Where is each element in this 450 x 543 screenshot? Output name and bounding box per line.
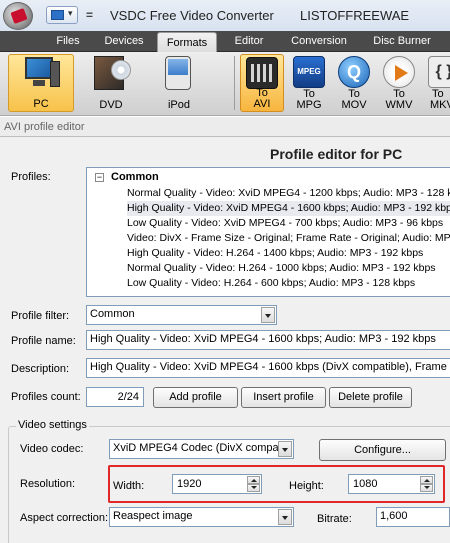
windows-media-icon (383, 56, 415, 88)
app-logo-icon[interactable] (3, 2, 33, 30)
list-item[interactable]: Low Quality - Video: H.264 - 600 kbps; A… (127, 276, 415, 291)
tab-formats[interactable]: Formats (157, 32, 217, 53)
ribbon-panel: PC DVD iPod To AVI To MPG To MOV To WMV … (0, 52, 450, 116)
profile-name-label: Profile name: (11, 335, 76, 347)
title-tag: LISTOFFREEWAE (300, 8, 410, 23)
tab-devices[interactable]: Devices (96, 31, 152, 52)
format-wmv-line2: WMV (385, 99, 413, 111)
collapse-icon[interactable]: − (95, 173, 104, 182)
format-avi-button[interactable]: To AVI (240, 54, 284, 112)
format-mkv-line2: MKV (430, 99, 450, 111)
profile-name-field[interactable]: High Quality - Video: XviD MPEG4 - 1600 … (86, 330, 450, 350)
list-item[interactable]: High Quality - Video: H.264 - 1400 kbps;… (127, 246, 423, 261)
device-pc-button[interactable]: PC (8, 54, 74, 112)
delete-profile-button[interactable]: Delete profile (329, 387, 412, 408)
tab-files[interactable]: Files (46, 31, 90, 52)
device-ipod-label: iPod (167, 99, 191, 111)
format-mpg-line2: MPG (296, 99, 322, 111)
video-settings-title: Video settings (16, 419, 89, 431)
profile-filter-value: Common (90, 308, 135, 320)
profiles-count-value: 2/24 (86, 387, 144, 407)
description-label: Description: (11, 363, 70, 375)
customize-toolbar-icon[interactable]: = (86, 8, 93, 22)
format-mkv-button[interactable]: To MKV (424, 54, 450, 112)
width-value: 1920 (177, 478, 202, 490)
tree-group-common[interactable]: Common (111, 171, 159, 183)
aspect-correction-select[interactable]: Reaspect image (109, 507, 294, 527)
width-label: Width: (113, 480, 145, 492)
chevron-down-icon[interactable]: ▾ (68, 8, 73, 19)
tab-conversion[interactable]: Conversion (283, 31, 355, 52)
list-item-selected[interactable]: High Quality - Video: XviD MPEG4 - 1600 … (127, 201, 450, 216)
format-wmv-button[interactable]: To WMV (377, 54, 421, 112)
insert-profile-button[interactable]: Insert profile (241, 387, 326, 408)
ipod-icon (159, 56, 199, 90)
tab-editor[interactable]: Editor (223, 31, 275, 52)
configure-button[interactable]: Configure... (319, 439, 446, 461)
decrement-icon[interactable] (247, 484, 260, 492)
increment-icon[interactable] (247, 476, 260, 484)
mpeg-icon (293, 56, 325, 88)
add-profile-button[interactable]: Add profile (153, 387, 238, 408)
list-item[interactable]: Video: DivX - Frame Size - Original; Fra… (127, 231, 450, 246)
save-icon[interactable] (51, 10, 64, 20)
quicktime-icon (338, 56, 370, 88)
profile-filter-select[interactable]: Common (86, 305, 277, 325)
format-avi-line2: AVI (253, 98, 271, 110)
video-codec-value: XviD MPEG4 Codec (DivX compatible (113, 442, 294, 454)
app-title: VSDC Free Video Converter (110, 8, 274, 23)
list-item[interactable]: Normal Quality - Video: XviD MPEG4 - 120… (127, 186, 450, 201)
device-dvd-button[interactable]: DVD (78, 54, 144, 112)
title-bar: ▾ = VSDC Free Video Converter LISTOFFREE… (0, 0, 450, 31)
height-value: 1080 (353, 478, 378, 490)
bitrate-field[interactable]: 1,600 (376, 507, 450, 527)
height-spinner[interactable]: 1080 (348, 474, 435, 494)
device-ipod-button[interactable]: iPod (146, 54, 212, 112)
window-title: AVI profile editor (0, 117, 450, 137)
list-item[interactable]: Low Quality - Video: XviD MPEG4 - 700 kb… (127, 216, 443, 231)
profiles-tree[interactable]: − Common Normal Quality - Video: XviD MP… (86, 167, 450, 297)
profiles-count-label: Profiles count: (11, 391, 81, 403)
increment-icon[interactable] (420, 476, 433, 484)
video-codec-select[interactable]: XviD MPEG4 Codec (DivX compatible (109, 439, 294, 459)
format-mov-button[interactable]: To MOV (332, 54, 376, 112)
aspect-correction-value: Reaspect image (113, 510, 193, 522)
avi-icon (246, 57, 278, 89)
height-label: Height: (289, 480, 324, 492)
bitrate-label: Bitrate: (317, 513, 352, 525)
format-mpg-button[interactable]: To MPG (287, 54, 331, 112)
format-mov-line2: MOV (341, 99, 367, 111)
profiles-label: Profiles: (11, 171, 51, 183)
resolution-label: Resolution: (20, 478, 76, 490)
page-title: Profile editor for PC (270, 146, 403, 162)
chevron-down-icon[interactable] (278, 509, 292, 525)
device-pc-label: PC (33, 98, 49, 110)
matroska-icon (428, 56, 450, 88)
aspect-correction-label: Aspect correction: (20, 512, 109, 524)
description-field[interactable]: High Quality - Video: XviD MPEG4 - 1600 … (86, 358, 450, 378)
video-codec-label: Video codec: (20, 443, 84, 455)
ribbon-divider (234, 56, 235, 110)
chevron-down-icon[interactable] (278, 441, 292, 457)
chevron-down-icon[interactable] (261, 307, 275, 323)
decrement-icon[interactable] (420, 484, 433, 492)
ribbon-tab-bar: Files Devices Formats Editor Conversion … (0, 31, 450, 53)
width-spinner[interactable]: 1920 (172, 474, 262, 494)
profile-filter-label: Profile filter: (11, 310, 70, 322)
dvd-icon (91, 56, 131, 90)
list-item[interactable]: Normal Quality - Video: H.264 - 1000 kbp… (127, 261, 436, 276)
device-dvd-label: DVD (99, 99, 123, 111)
tab-disc-burner[interactable]: Disc Burner (364, 31, 440, 52)
quick-access-toolbar[interactable]: ▾ (46, 6, 78, 24)
pc-icon (21, 57, 61, 89)
